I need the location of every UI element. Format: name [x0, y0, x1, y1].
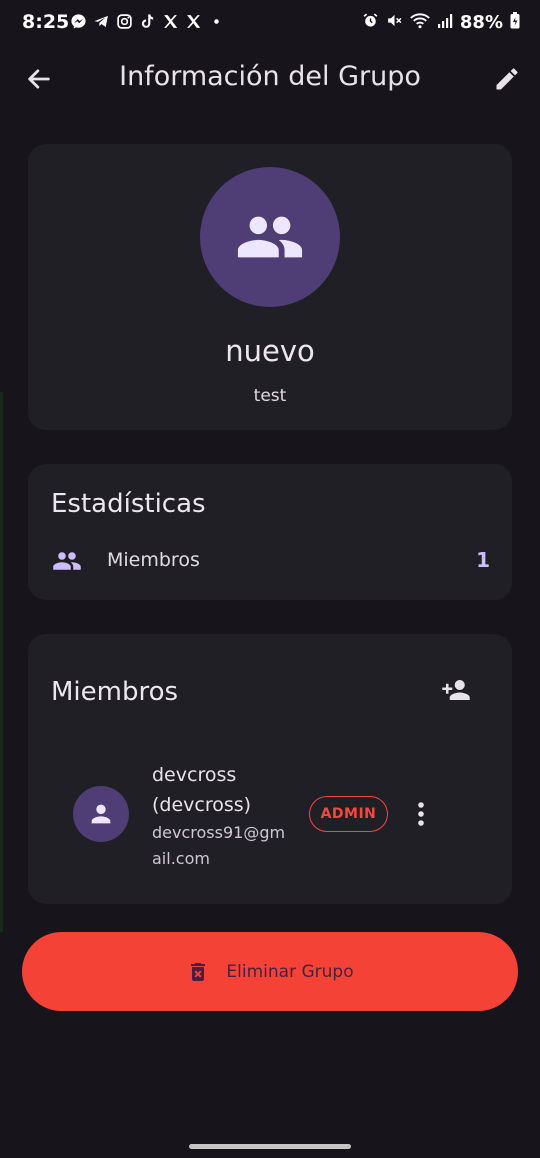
avatar	[73, 786, 129, 842]
member-name: devcross (devcross)	[152, 764, 252, 816]
home-indicator[interactable]	[189, 1144, 351, 1149]
group-name: nuevo	[225, 334, 315, 368]
group-icon	[237, 216, 303, 258]
dot-icon	[208, 13, 225, 34]
person-icon	[91, 804, 111, 824]
add-member-button[interactable]	[436, 672, 476, 708]
signal-icon	[437, 13, 453, 33]
group-description: test	[253, 386, 287, 406]
status-time: 8:25	[22, 11, 70, 33]
x-icon	[185, 13, 202, 34]
group-profile-card: nuevo test	[28, 144, 512, 430]
wifi-icon	[410, 12, 430, 33]
member-menu-button[interactable]	[408, 796, 434, 832]
alarm-icon	[362, 12, 379, 33]
messenger-icon	[70, 13, 87, 34]
delete-forever-icon	[191, 962, 206, 981]
status-bar: 8:25 88%	[0, 0, 540, 46]
x-icon	[162, 13, 179, 34]
telegram-icon	[93, 13, 110, 34]
notification-icons	[70, 13, 225, 34]
stats-title: Estadísticas	[51, 489, 206, 519]
stat-value: 1	[476, 548, 490, 572]
delete-group-button[interactable]: Eliminar Grupo	[22, 932, 518, 1011]
battery-level: 88%	[459, 12, 503, 33]
group-icon	[50, 546, 84, 576]
edit-button[interactable]	[488, 60, 526, 98]
role-badge: ADMIN	[309, 796, 388, 832]
member-email: devcross91@gmail.com	[152, 823, 286, 868]
more-vert-icon	[418, 802, 424, 826]
battery-icon	[510, 12, 520, 33]
instagram-icon	[116, 13, 133, 34]
members-title: Miembros	[51, 677, 179, 707]
stat-label: Miembros	[107, 549, 200, 571]
mute-icon	[386, 12, 403, 33]
members-card: Miembros devcross (devcross) devcross91@…	[28, 634, 512, 904]
edge-strip	[0, 392, 3, 932]
page-title: Información del Grupo	[119, 61, 421, 92]
system-icons: 88%	[362, 12, 520, 33]
pencil-icon	[496, 68, 518, 90]
app-bar: Información del Grupo	[0, 48, 540, 108]
tiktok-icon	[139, 13, 156, 34]
person-add-icon	[442, 680, 470, 700]
member-list-item[interactable]: devcross (devcross) devcross91@gmail.com…	[28, 760, 512, 872]
screen: 8:25 88% Información del Grupo nuevo tes…	[0, 0, 540, 1158]
group-avatar[interactable]	[200, 167, 340, 307]
stat-row-members: Miembros 1	[50, 546, 490, 576]
delete-group-label: Eliminar Grupo	[226, 961, 354, 982]
stats-card: Estadísticas Miembros 1	[28, 464, 512, 600]
